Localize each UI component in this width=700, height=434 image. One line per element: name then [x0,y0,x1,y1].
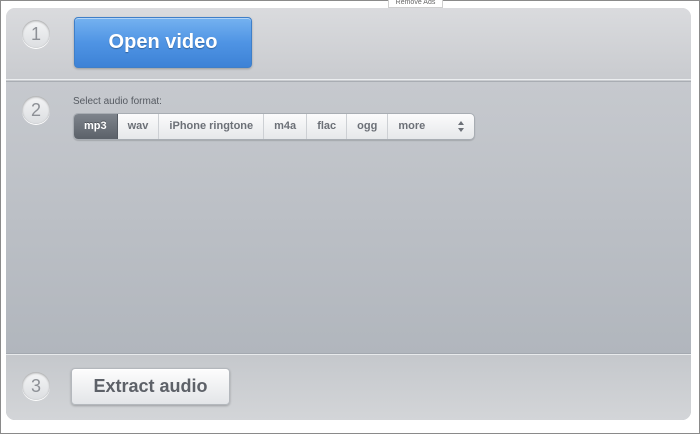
open-video-button[interactable]: Open video [74,17,252,68]
format-option-m4a[interactable]: m4a [264,114,308,139]
converter-panel: 1 Open video 2 Select audio format: mp3 … [6,8,691,420]
step-number-3: 3 [22,372,50,400]
step-extract-audio: 3 Extract audio [6,354,691,420]
format-option-wav[interactable]: wav [118,114,160,139]
format-more-dropdown[interactable]: more [388,114,474,139]
format-label: Select audio format: [73,96,162,107]
format-more-label: more [398,120,426,132]
step-number-1: 1 [22,20,50,48]
format-option-iphone-ringtone[interactable]: iPhone ringtone [159,114,265,139]
format-option-mp3[interactable]: mp3 [74,114,118,139]
step-select-format: 2 Select audio format: mp3 wav iPhone ri… [6,81,691,354]
remove-ads-link[interactable]: Remove Ads [388,0,443,8]
format-option-flac[interactable]: flac [307,114,348,139]
extract-audio-button[interactable]: Extract audio [71,368,230,405]
step-number-2: 2 [22,96,50,124]
chevron-updown-icon [458,121,464,132]
format-selector: mp3 wav iPhone ringtone m4a flac ogg mor… [73,113,475,140]
step-open-video: 1 Open video [6,8,691,80]
format-option-ogg[interactable]: ogg [347,114,389,139]
